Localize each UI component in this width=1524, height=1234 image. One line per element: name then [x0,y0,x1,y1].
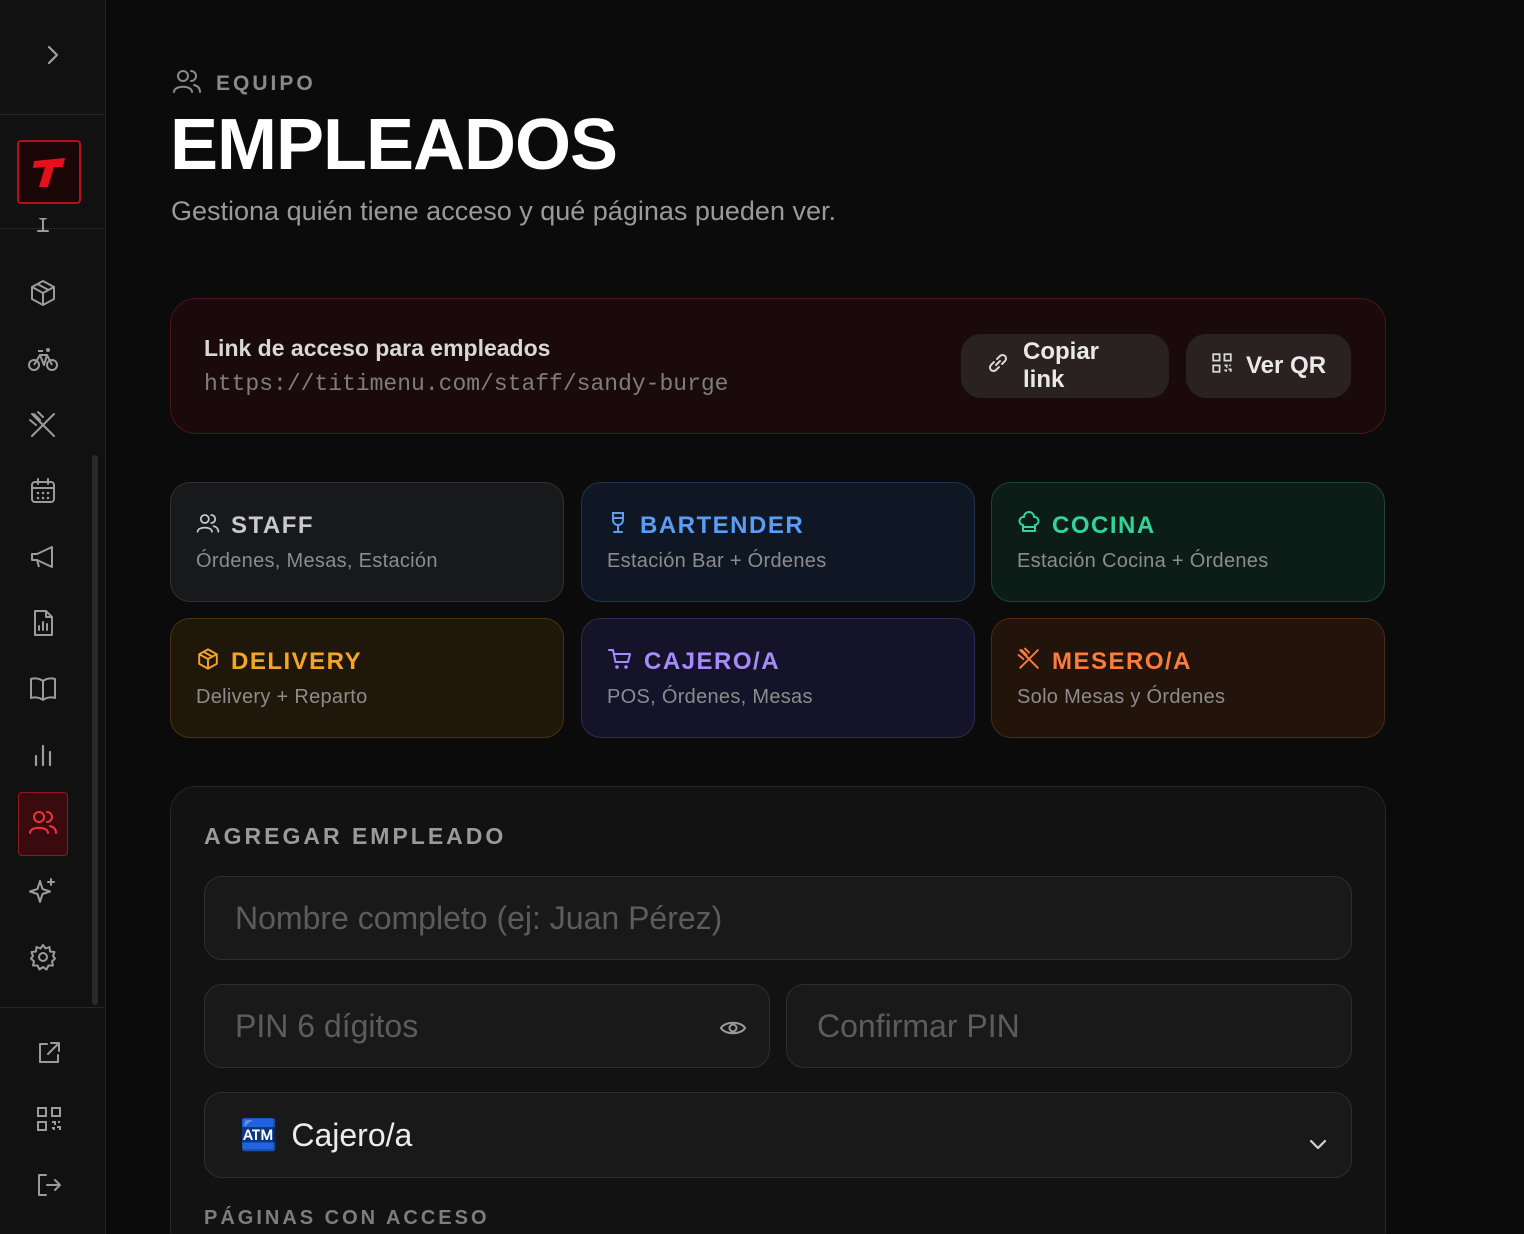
sidebar-item-guide[interactable] [18,666,68,716]
sidebar-item-analytics[interactable] [18,732,68,782]
sidebar [0,0,106,1234]
access-link-card: Link de acceso para empleados https://ti… [170,298,1386,434]
sidebar-expand-button[interactable] [0,0,105,115]
qr-code-icon [34,1104,64,1139]
users-icon [172,66,202,101]
box-icon [196,647,220,676]
main-content: EQUIPO EMPLEADOS Gestiona quién tiene ac… [106,0,1524,1234]
access-link-title: Link de acceso para empleados [204,335,551,361]
breadcrumb-label: EQUIPO [216,71,316,95]
chef-hat-icon [1017,511,1041,540]
users-icon [28,807,58,842]
role-card-cajero[interactable]: CAJERO/A POS, Órdenes, Mesas [581,618,975,738]
report-icon [28,608,58,643]
role-card-cocina[interactable]: COCINA Estación Cocina + Órdenes [991,482,1385,602]
qr-code-icon [1210,351,1234,382]
role-description: Órdenes, Mesas, Estación [196,550,438,572]
confirm-pin-input[interactable] [817,1007,1321,1045]
sidebar-item-settings[interactable] [18,934,68,984]
breadcrumb: EQUIPO [172,66,316,101]
role-card-mesero[interactable]: MESERO/A Solo Mesas y Órdenes [991,618,1385,738]
sparkles-icon [28,876,58,911]
wine-glass-icon [29,218,57,242]
sidebar-divider [0,1007,105,1008]
employee-name-input[interactable] [235,899,1321,937]
sidebar-item-menu[interactable] [18,402,68,452]
role-name: STAFF [231,511,315,539]
role-description: Estación Bar + Órdenes [607,550,827,572]
confirm-pin-field[interactable] [786,984,1352,1068]
sidebar-item-delivery[interactable] [18,336,68,386]
view-qr-button[interactable]: Ver QR [1186,334,1351,398]
access-link-url: https://titimenu.com/staff/sandy-burge [204,371,729,397]
calendar-icon [28,476,58,511]
page-subtitle: Gestiona quién tiene acceso y qué página… [171,196,836,226]
view-qr-label: Ver QR [1246,352,1327,379]
bar-chart-icon [28,740,58,775]
role-description: Solo Mesas y Órdenes [1017,686,1226,708]
role-name: CAJERO/A [644,647,781,675]
chevron-right-icon [43,43,63,72]
role-card-bartender[interactable]: BARTENDER Estación Bar + Órdenes [581,482,975,602]
chevron-down-icon [1307,1126,1329,1163]
add-employee-heading: AGREGAR EMPLEADO [204,823,507,849]
wine-glass-icon [607,511,629,540]
role-card-staff[interactable]: STAFF Órdenes, Mesas, Estación [170,482,564,602]
role-card-delivery[interactable]: DELIVERY Delivery + Reparto [170,618,564,738]
pin-field[interactable] [204,984,770,1068]
role-name: MESERO/A [1052,647,1193,675]
sidebar-logout-button[interactable] [24,1162,74,1212]
sidebar-item-reports[interactable] [18,600,68,650]
role-name: BARTENDER [640,511,805,539]
logout-icon [34,1170,64,1205]
sidebar-qr-button[interactable] [24,1096,74,1146]
sidebar-item-marketing[interactable] [18,534,68,584]
pages-access-heading: PÁGINAS CON ACCESO [204,1207,490,1229]
page-title: EMPLEADOS [170,105,618,185]
cart-icon [607,647,633,676]
role-select[interactable]: 🏧 Cajero/a [204,1092,1352,1178]
megaphone-icon [28,542,58,577]
sidebar-item-employees[interactable] [18,792,68,856]
utensils-crossed-icon [28,410,58,445]
external-link-icon [34,1038,64,1073]
pin-input[interactable] [235,1007,739,1045]
atm-emoji-icon: 🏧 [240,1118,278,1152]
role-select-value: Cajero/a [291,1116,413,1153]
sidebar-item-ai[interactable] [18,868,68,918]
sidebar-scrollbar[interactable] [92,455,98,1005]
role-name: COCINA [1052,511,1156,539]
sidebar-item-products[interactable] [18,270,68,320]
employee-name-field[interactable] [204,876,1352,960]
sidebar-item-bar[interactable] [18,218,68,242]
role-description: POS, Órdenes, Mesas [607,686,813,708]
link-icon [985,350,1011,383]
box-icon [28,278,58,313]
settings-icon [28,942,58,977]
copy-link-label: Copiar link [1023,338,1100,393]
sidebar-item-reservations[interactable] [18,468,68,518]
bicycle-icon [27,344,59,379]
book-icon [28,674,58,709]
sidebar-open-menu-button[interactable] [24,1030,74,1080]
copy-link-button[interactable]: Copiar link [961,334,1169,398]
logo-t-icon [33,158,65,187]
utensils-crossed-icon [1017,647,1041,676]
brand-logo[interactable] [17,140,81,204]
add-employee-card: AGREGAR EMPLEADO 🏧 Cajero/a PÁGINAS CON … [170,786,1386,1234]
role-description: Estación Cocina + Órdenes [1017,550,1269,572]
users-icon [196,511,220,540]
eye-icon[interactable] [719,1013,747,1050]
role-description: Delivery + Reparto [196,686,368,708]
role-name: DELIVERY [231,647,363,675]
